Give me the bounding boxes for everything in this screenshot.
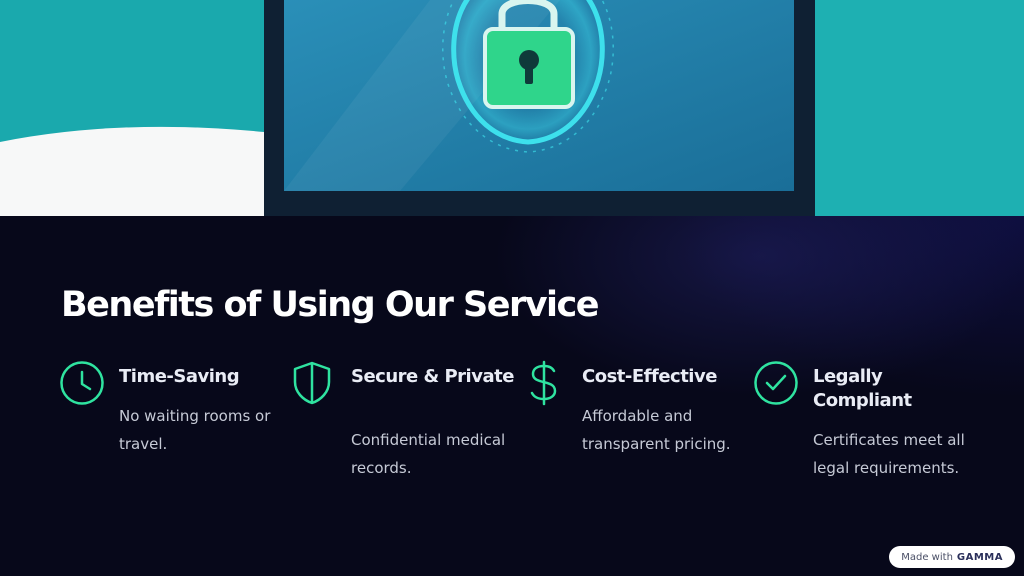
laptop-lock-illustration bbox=[0, 0, 1024, 216]
benefit-title: Secure & Private bbox=[351, 366, 514, 387]
shield-icon bbox=[293, 361, 331, 405]
benefit-title: Legally Compliant bbox=[813, 366, 912, 411]
benefit-description: Certificates meet all legal requirements… bbox=[813, 431, 965, 477]
clock-icon bbox=[60, 361, 104, 405]
benefit-description: No waiting rooms or travel. bbox=[119, 407, 271, 453]
check-circle-icon bbox=[754, 361, 798, 405]
brand-logo: GAMMA bbox=[956, 551, 1003, 563]
benefit-title: Cost-Effective bbox=[582, 366, 717, 387]
benefit-description: Confidential medical records. bbox=[351, 431, 506, 477]
dollar-icon bbox=[530, 360, 557, 406]
made-with-badge[interactable]: Made with GAMMA bbox=[889, 546, 1015, 568]
made-with-label: Made with bbox=[901, 551, 953, 563]
benefit-description: Affordable and transparent pricing. bbox=[582, 407, 731, 453]
hero-image bbox=[0, 0, 1024, 216]
page-title: Benefits of Using Our Service bbox=[61, 285, 600, 325]
benefit-title: Time-Saving bbox=[119, 366, 240, 387]
benefits-section: Benefits of Using Our Service Time-Savin… bbox=[0, 216, 1024, 576]
